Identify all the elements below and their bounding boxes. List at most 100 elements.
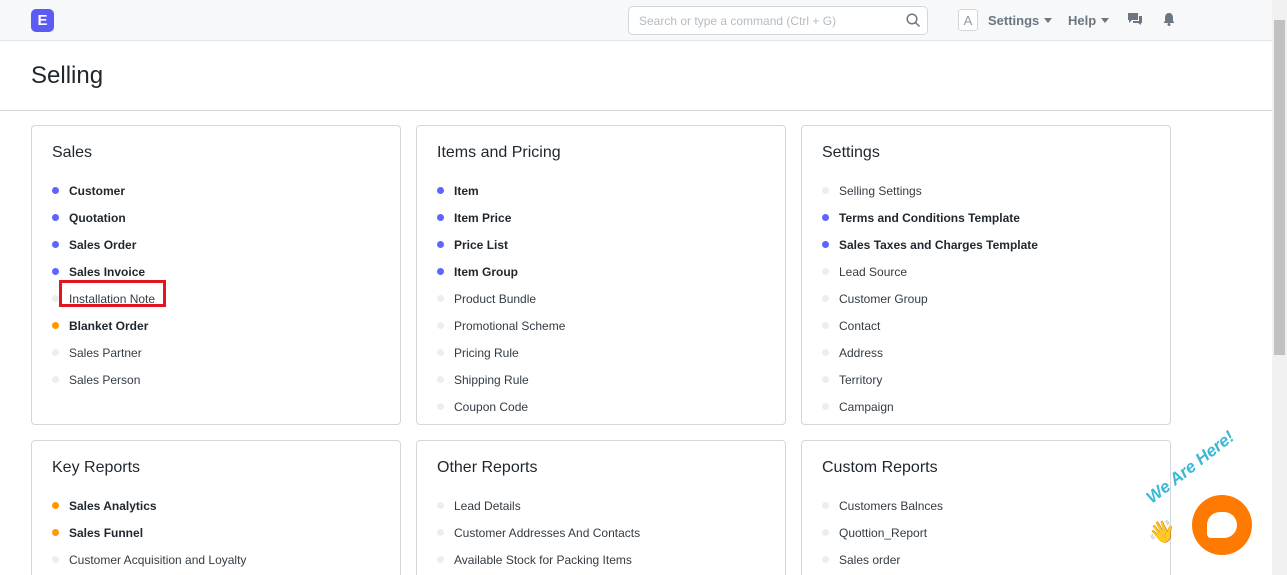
- link-label: Item: [454, 183, 479, 198]
- status-dot: [822, 241, 829, 248]
- card-title: Custom Reports: [822, 459, 938, 476]
- search-input[interactable]: [629, 7, 894, 34]
- link-customer-acquisition[interactable]: Customer Acquisition and Loyalty: [52, 546, 246, 573]
- status-dot: [822, 556, 829, 563]
- link-blanket-order[interactable]: Blanket Order: [52, 312, 155, 339]
- help-dropdown[interactable]: Help: [1068, 13, 1110, 28]
- chat-icon[interactable]: [1127, 12, 1143, 31]
- chat-widget-button[interactable]: [1192, 495, 1252, 555]
- link-product-bundle[interactable]: Product Bundle: [437, 285, 565, 312]
- link-sales-order[interactable]: Sales Order: [52, 231, 155, 258]
- status-dot: [52, 187, 59, 194]
- status-dot: [437, 241, 444, 248]
- status-dot: [437, 349, 444, 356]
- status-dot: [822, 502, 829, 509]
- link-sales-order-report[interactable]: Sales order: [822, 546, 943, 573]
- link-terms-and-conditions-template[interactable]: Terms and Conditions Template: [822, 204, 1038, 231]
- link-pricing-rule[interactable]: Pricing Rule: [437, 339, 565, 366]
- status-dot: [52, 502, 59, 509]
- link-sales-taxes-template[interactable]: Sales Taxes and Charges Template: [822, 231, 1038, 258]
- card-key-reports: Key Reports Sales Analytics Sales Funnel…: [31, 440, 401, 575]
- link-list: Item Item Price Price List Item Group Pr…: [437, 177, 565, 420]
- card-title: Sales: [52, 144, 93, 161]
- link-label: Sales Order: [69, 237, 137, 252]
- link-label: Customer Addresses And Contacts: [454, 525, 641, 540]
- link-promotional-scheme[interactable]: Promotional Scheme: [437, 312, 565, 339]
- bell-icon[interactable]: [1163, 12, 1175, 31]
- link-contact[interactable]: Contact: [822, 312, 1038, 339]
- help-label: Help: [1068, 13, 1097, 28]
- link-label: Shipping Rule: [454, 372, 529, 387]
- link-label: Promotional Scheme: [454, 318, 566, 333]
- link-price-list[interactable]: Price List: [437, 231, 565, 258]
- link-sales-analytics[interactable]: Sales Analytics: [52, 492, 246, 519]
- status-dot: [822, 214, 829, 221]
- highlight-box: [59, 280, 166, 307]
- link-coupon-code[interactable]: Coupon Code: [437, 393, 565, 420]
- link-sales-partner[interactable]: Sales Partner: [52, 339, 155, 366]
- link-customer[interactable]: Customer: [52, 177, 155, 204]
- link-customers-balnces[interactable]: Customers Balnces: [822, 492, 943, 519]
- card-sales: Sales Customer Quotation Sales Order Sal…: [31, 125, 401, 425]
- link-sales-funnel[interactable]: Sales Funnel: [52, 519, 246, 546]
- card-title: Items and Pricing: [437, 144, 561, 161]
- link-available-stock[interactable]: Available Stock for Packing Items: [437, 546, 640, 573]
- scrollbar[interactable]: [1272, 0, 1287, 575]
- link-label: Terms and Conditions Template: [839, 210, 1020, 225]
- link-label: Coupon Code: [454, 399, 529, 414]
- link-item[interactable]: Item: [437, 177, 565, 204]
- status-dot: [437, 502, 444, 509]
- status-dot: [52, 241, 59, 248]
- link-quottion-report[interactable]: Quottion_Report: [822, 519, 943, 546]
- link-shipping-rule[interactable]: Shipping Rule: [437, 366, 565, 393]
- link-label: Selling Settings: [839, 183, 922, 198]
- link-label: Lead Details: [454, 498, 521, 513]
- link-campaign[interactable]: Campaign: [822, 393, 1038, 420]
- link-list: Lead Details Customer Addresses And Cont…: [437, 492, 640, 573]
- status-dot: [437, 403, 444, 410]
- card-title: Settings: [822, 144, 880, 161]
- link-label: Sales order: [839, 552, 901, 567]
- status-dot: [822, 376, 829, 383]
- status-dot: [52, 214, 59, 221]
- scrollbar-thumb[interactable]: [1274, 20, 1285, 355]
- card-other-reports: Other Reports Lead Details Customer Addr…: [416, 440, 786, 575]
- link-label: Price List: [454, 237, 509, 252]
- link-label: Customer Acquisition and Loyalty: [69, 552, 247, 567]
- link-customer-addresses[interactable]: Customer Addresses And Contacts: [437, 519, 640, 546]
- link-list: Customers Balnces Quottion_Report Sales …: [822, 492, 943, 573]
- status-dot: [52, 349, 59, 356]
- status-dot: [822, 268, 829, 275]
- chevron-down-icon: [1101, 18, 1110, 23]
- link-label: Pricing Rule: [454, 345, 519, 360]
- link-address[interactable]: Address: [822, 339, 1038, 366]
- card-items-and-pricing: Items and Pricing Item Item Price Price …: [416, 125, 786, 425]
- link-label: Lead Source: [839, 264, 908, 279]
- link-lead-details[interactable]: Lead Details: [437, 492, 640, 519]
- search-bar[interactable]: [628, 6, 928, 35]
- link-quotation[interactable]: Quotation: [52, 204, 155, 231]
- avatar[interactable]: A: [958, 9, 978, 31]
- card-custom-reports: Custom Reports Customers Balnces Quottio…: [801, 440, 1171, 575]
- status-dot: [437, 529, 444, 536]
- link-label: Customer: [69, 183, 126, 198]
- link-customer-group[interactable]: Customer Group: [822, 285, 1038, 312]
- settings-dropdown[interactable]: Settings: [988, 13, 1053, 28]
- page-header: Selling: [0, 41, 1272, 111]
- link-label: Sales Partner: [69, 345, 142, 360]
- link-label: Item Group: [454, 264, 519, 279]
- link-sales-person[interactable]: Sales Person: [52, 366, 155, 393]
- card-title: Other Reports: [437, 459, 538, 476]
- link-territory[interactable]: Territory: [822, 366, 1038, 393]
- status-dot: [437, 268, 444, 275]
- navbar: E A Settings Help: [0, 0, 1272, 41]
- app-logo[interactable]: E: [31, 9, 54, 32]
- link-label: Product Bundle: [454, 291, 537, 306]
- link-item-price[interactable]: Item Price: [437, 204, 565, 231]
- search-icon[interactable]: [906, 13, 921, 33]
- link-lead-source[interactable]: Lead Source: [822, 258, 1038, 285]
- link-selling-settings[interactable]: Selling Settings: [822, 177, 1038, 204]
- link-label: Available Stock for Packing Items: [454, 552, 632, 567]
- link-item-group[interactable]: Item Group: [437, 258, 565, 285]
- status-dot: [822, 322, 829, 329]
